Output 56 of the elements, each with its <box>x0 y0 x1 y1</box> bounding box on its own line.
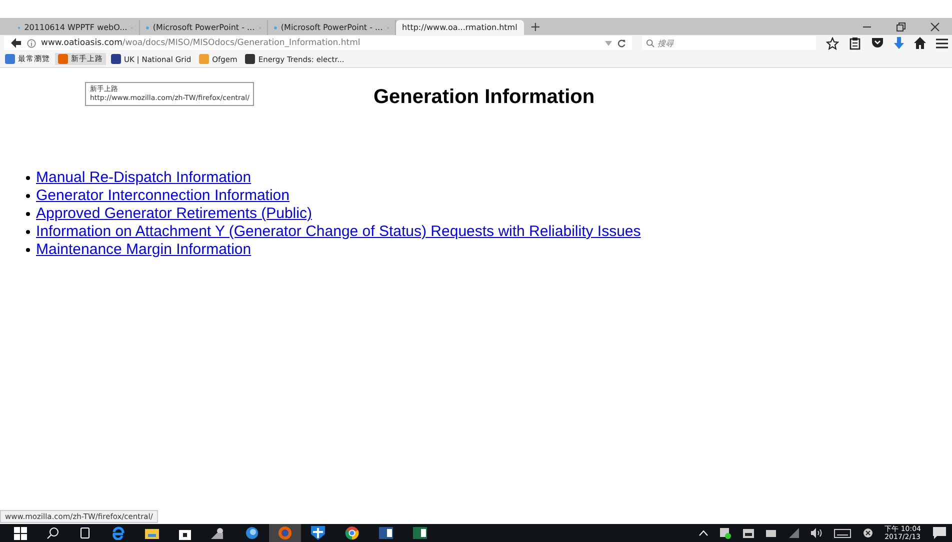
bookmark-icon <box>245 54 256 64</box>
bookmark-icon <box>111 54 121 64</box>
url-text: www.oatioasis.com/woa/docs/MISO/MISOdocs/Generation_Information.html <box>41 38 360 48</box>
tray-app-icon[interactable] <box>742 528 754 538</box>
shield-icon[interactable] <box>311 526 325 540</box>
search-input[interactable]: 搜尋 <box>658 38 808 48</box>
page-link[interactable]: Information on Attachment Y (Generator Change of Status) Requests with Reliability Issues <box>36 223 641 241</box>
firefox-icon <box>278 526 292 540</box>
restore-icon[interactable] <box>896 22 906 32</box>
page-link[interactable]: Generator Interconnection Information <box>36 187 290 205</box>
bookmark-icon <box>58 54 68 64</box>
download-icon[interactable] <box>894 36 904 50</box>
star-icon[interactable] <box>826 36 839 50</box>
new-tab-button[interactable]: + <box>524 20 547 35</box>
pocket-icon[interactable] <box>871 37 884 49</box>
page-link[interactable]: Approved Generator Retirements (Public) <box>36 205 312 223</box>
chrome-icon[interactable] <box>345 526 359 540</box>
bookmark-icon <box>199 54 210 64</box>
page-link[interactable]: Manual Re-Dispatch Information <box>36 169 252 187</box>
battery-icon[interactable] <box>766 530 777 536</box>
bullet-icon <box>26 248 30 252</box>
browser-tab[interactable]: http://www.oa...rmation.html <box>396 20 524 35</box>
page-link[interactable]: Maintenance Margin Information <box>36 241 252 259</box>
page-heading: Generation Information <box>373 86 595 109</box>
app-icon[interactable] <box>245 526 259 540</box>
clipboard-icon[interactable] <box>849 36 861 50</box>
excel-icon[interactable] <box>413 527 427 539</box>
status-icon[interactable] <box>862 528 873 538</box>
home-icon[interactable] <box>914 37 926 49</box>
address-bar[interactable]: www.oatioasis.com/woa/docs/MISO/MISOdocs/Generation_Information.html <box>4 36 632 50</box>
browser-e-icon[interactable] <box>111 526 125 540</box>
firefox-taskbar-button[interactable] <box>269 524 301 542</box>
caret-icon[interactable] <box>698 530 708 536</box>
search-icon[interactable] <box>47 527 59 539</box>
app-icon[interactable] <box>211 527 225 539</box>
info-icon[interactable] <box>27 38 36 48</box>
bullet-icon <box>26 230 30 234</box>
search-icon <box>646 38 655 48</box>
tray-app-icon[interactable] <box>720 528 731 538</box>
word-icon[interactable] <box>379 527 393 539</box>
reload-icon[interactable] <box>616 38 626 48</box>
bullet-icon <box>26 194 30 198</box>
wifi-icon[interactable] <box>788 528 799 538</box>
speaker-icon[interactable] <box>810 528 822 538</box>
bullet-icon <box>26 176 30 180</box>
menu-icon[interactable] <box>936 38 948 48</box>
bookmark-icon <box>5 54 15 64</box>
search-field[interactable]: 搜尋 <box>642 36 816 50</box>
close-icon[interactable] <box>930 22 940 32</box>
task-view-icon[interactable] <box>79 527 91 539</box>
notification-icon[interactable] <box>933 527 946 539</box>
bullet-icon <box>26 212 30 216</box>
back-icon[interactable] <box>10 37 22 49</box>
keyboard-icon[interactable] <box>834 528 851 538</box>
windows-start-icon[interactable] <box>14 526 27 540</box>
folder-icon[interactable] <box>145 527 159 539</box>
